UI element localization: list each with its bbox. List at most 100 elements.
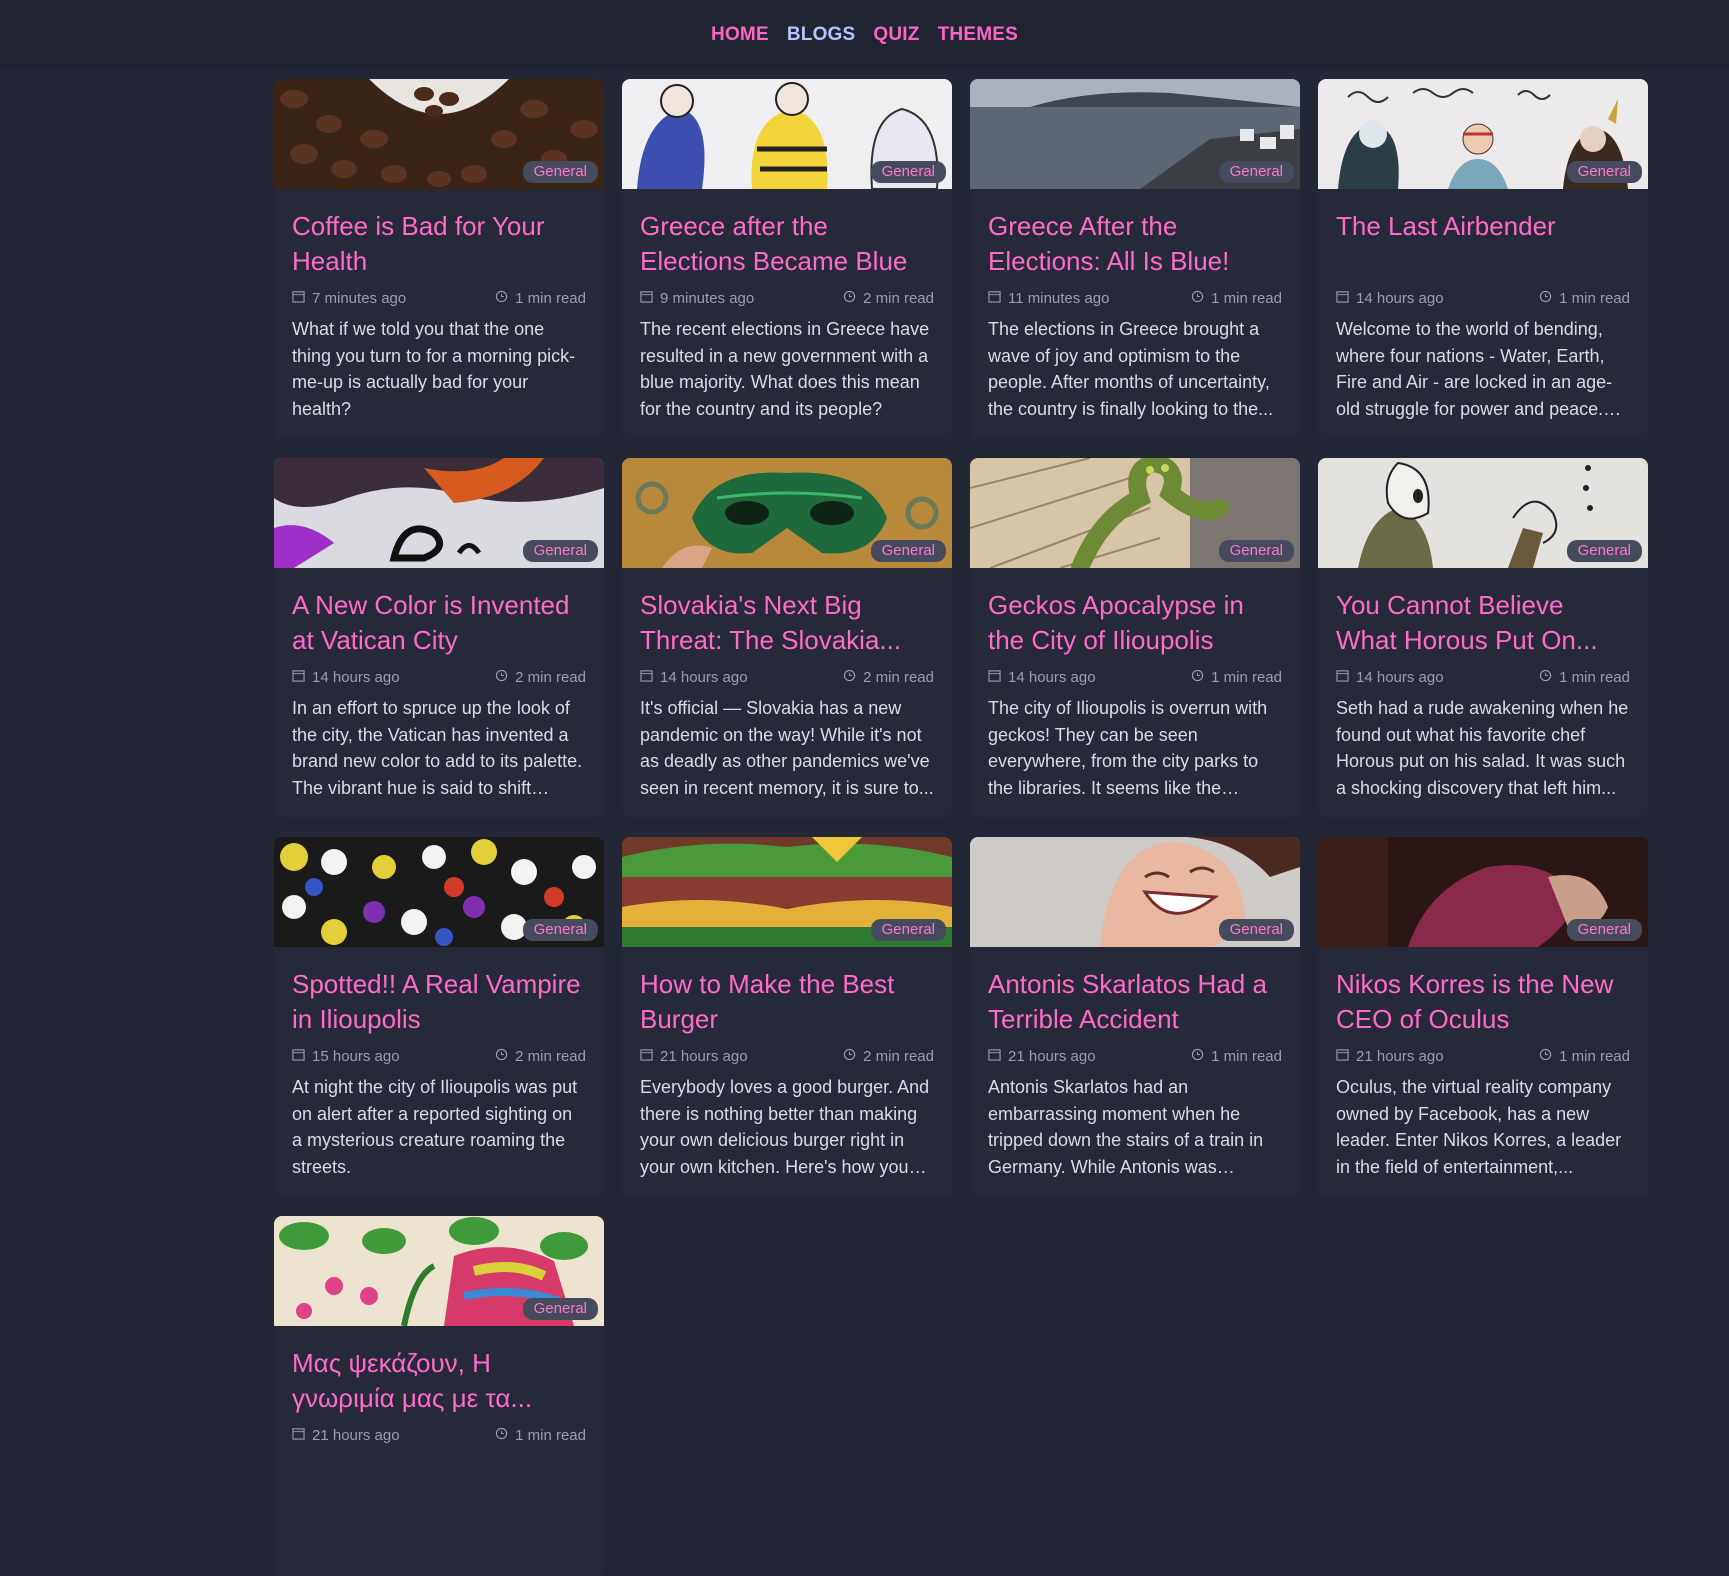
calendar-icon: [292, 1048, 305, 1065]
card-title[interactable]: The Last Airbender: [1336, 209, 1630, 279]
clock-icon: [1191, 290, 1204, 307]
clock-icon: [1539, 669, 1552, 686]
card-date: 15 hours ago: [312, 1048, 400, 1065]
blog-card[interactable]: General Coffee is Bad for Your Health 7 …: [274, 79, 604, 439]
top-nav: HOME BLOGS QUIZ THEMES: [0, 0, 1729, 70]
card-excerpt: Everybody loves a good burger. And there…: [640, 1077, 930, 1177]
card-read-time: 1 min read: [1559, 669, 1630, 686]
blog-card[interactable]: General Antonis Skarlatos Had a Terrible…: [970, 837, 1300, 1197]
card-read-time: 1 min read: [515, 290, 586, 307]
card-excerpt: Antonis Skarlatos had an embarrassing mo…: [988, 1077, 1264, 1177]
card-image: General: [1318, 458, 1648, 568]
card-excerpt: The elections in Greece brought a wave o…: [988, 319, 1274, 419]
card-read-time: 1 min read: [1211, 290, 1282, 307]
card-excerpt: It's official — Slovakia has a new pande…: [640, 698, 934, 798]
card-excerpt: The city of Ilioupolis is overrun with g…: [988, 698, 1268, 798]
blog-card[interactable]: General The Last Airbender 14 hours ago …: [1318, 79, 1648, 439]
card-title[interactable]: You Cannot Believe What Horous Put On...: [1336, 588, 1630, 658]
calendar-icon: [988, 1048, 1001, 1065]
blog-card[interactable]: General Slovakia's Next Big Threat: The …: [622, 458, 952, 818]
calendar-icon: [1336, 290, 1349, 307]
card-title[interactable]: Slovakia's Next Big Threat: The Slovakia…: [640, 588, 934, 658]
card-title[interactable]: Μας ψεκάζουν, Η γνωριμία μας με τα...: [292, 1346, 586, 1416]
calendar-icon: [640, 1048, 653, 1065]
category-badge[interactable]: General: [1218, 919, 1294, 941]
card-title[interactable]: Antonis Skarlatos Had a Terrible Acciden…: [988, 967, 1282, 1037]
clock-icon: [1191, 1048, 1204, 1065]
clock-icon: [843, 669, 856, 686]
card-image: General: [1318, 79, 1648, 189]
category-badge[interactable]: General: [522, 1298, 598, 1320]
blog-card[interactable]: General Greece after the Elections Becam…: [622, 79, 952, 439]
card-title[interactable]: How to Make the Best Burger: [640, 967, 934, 1037]
card-title[interactable]: Nikos Korres is the New CEO of Oculus: [1336, 967, 1630, 1037]
card-read-time: 1 min read: [1559, 290, 1630, 307]
blog-grid: General Coffee is Bad for Your Health 7 …: [274, 79, 1648, 1576]
category-badge[interactable]: General: [522, 540, 598, 562]
card-title[interactable]: Spotted!! A Real Vampire in Ilioupolis: [292, 967, 586, 1037]
card-read-time: 1 min read: [1211, 669, 1282, 686]
category-badge[interactable]: General: [870, 540, 946, 562]
card-read-time: 1 min read: [1211, 1048, 1282, 1065]
clock-icon: [495, 1048, 508, 1065]
card-date: 11 minutes ago: [1008, 290, 1110, 307]
category-badge[interactable]: General: [1218, 540, 1294, 562]
card-title[interactable]: Coffee is Bad for Your Health: [292, 209, 586, 279]
card-date: 21 hours ago: [1008, 1048, 1096, 1065]
category-badge[interactable]: General: [1566, 540, 1642, 562]
clock-icon: [1539, 290, 1552, 307]
nav-home[interactable]: HOME: [711, 24, 769, 46]
clock-icon: [843, 1048, 856, 1065]
card-date: 14 hours ago: [660, 669, 748, 686]
card-excerpt: Oculus, the virtual reality company owne…: [1336, 1077, 1622, 1177]
category-badge[interactable]: General: [1218, 161, 1294, 183]
card-image: General: [622, 79, 952, 189]
blog-card[interactable]: General Greece After the Elections: All …: [970, 79, 1300, 439]
card-date: 21 hours ago: [312, 1427, 400, 1444]
blog-card[interactable]: General Geckos Apocalypse in the City of…: [970, 458, 1300, 818]
card-title[interactable]: Geckos Apocalypse in the City of Ilioupo…: [988, 588, 1282, 658]
category-badge[interactable]: General: [870, 161, 946, 183]
blog-card[interactable]: General Μας ψεκάζουν, Η γνωριμία μας με …: [274, 1216, 604, 1576]
nav-quiz[interactable]: QUIZ: [873, 24, 919, 46]
category-badge[interactable]: General: [522, 161, 598, 183]
calendar-icon: [988, 290, 1001, 307]
card-image: General: [274, 837, 604, 947]
clock-icon: [495, 669, 508, 686]
nav-themes[interactable]: THEMES: [938, 24, 1018, 46]
clock-icon: [1191, 669, 1204, 686]
calendar-icon: [640, 290, 653, 307]
calendar-icon: [988, 669, 1001, 686]
card-date: 14 hours ago: [1008, 669, 1096, 686]
calendar-icon: [292, 1427, 305, 1444]
card-title[interactable]: Greece after the Elections Became Blue: [640, 209, 934, 279]
card-excerpt: In an effort to spruce up the look of th…: [292, 698, 583, 798]
card-title[interactable]: A New Color is Invented at Vatican City: [292, 588, 586, 658]
card-excerpt: What if we told you that the one thing y…: [292, 319, 576, 419]
category-badge[interactable]: General: [1566, 919, 1642, 941]
blog-card[interactable]: General Nikos Korres is the New CEO of O…: [1318, 837, 1648, 1197]
card-read-time: 1 min read: [515, 1427, 586, 1444]
calendar-icon: [292, 669, 305, 686]
blog-card[interactable]: General How to Make the Best Burger 21 h…: [622, 837, 952, 1197]
clock-icon: [843, 290, 856, 307]
card-date: 21 hours ago: [660, 1048, 748, 1065]
card-date: 9 minutes ago: [660, 290, 755, 307]
card-date: 7 minutes ago: [312, 290, 407, 307]
blog-card[interactable]: General A New Color is Invented at Vatic…: [274, 458, 604, 818]
blog-card[interactable]: General You Cannot Believe What Horous P…: [1318, 458, 1648, 818]
card-title[interactable]: Greece After the Elections: All Is Blue!: [988, 209, 1282, 279]
card-image: General: [274, 1216, 604, 1326]
category-badge[interactable]: General: [1566, 161, 1642, 183]
card-date: 14 hours ago: [312, 669, 400, 686]
category-badge[interactable]: General: [522, 919, 598, 941]
blog-card[interactable]: General Spotted!! A Real Vampire in Ilio…: [274, 837, 604, 1197]
category-badge[interactable]: General: [870, 919, 946, 941]
nav-blogs[interactable]: BLOGS: [787, 24, 856, 46]
clock-icon: [495, 290, 508, 307]
card-excerpt: Welcome to the world of bending, where f…: [1336, 319, 1613, 419]
card-image: General: [274, 458, 604, 568]
card-read-time: 2 min read: [515, 669, 586, 686]
calendar-icon: [640, 669, 653, 686]
card-read-time: 1 min read: [1559, 1048, 1630, 1065]
